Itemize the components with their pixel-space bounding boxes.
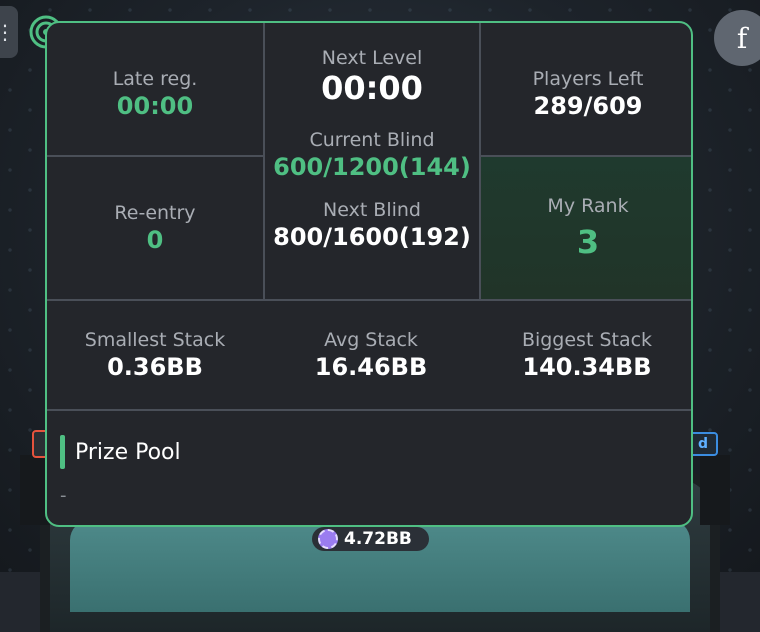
chip-icon — [318, 529, 338, 549]
re-entry-label: Re-entry — [114, 202, 196, 224]
divider — [47, 409, 691, 411]
avatar-letter: f — [736, 21, 748, 55]
table-post-right — [700, 455, 730, 525]
avg-stack-cell: Avg Stack 16.46BB — [263, 301, 479, 409]
players-left-cell: Players Left 289/609 — [481, 23, 691, 155]
my-rank-cell: My Rank 3 — [481, 157, 691, 299]
menu-icon: ⋮ — [0, 20, 15, 44]
prize-pool-value: - — [60, 485, 67, 506]
biggest-stack-value: 140.34BB — [522, 353, 652, 381]
my-rank-label: My Rank — [547, 195, 629, 217]
current-blind-value: 600/1200(144) — [273, 153, 471, 181]
player-stack-value: 4.72BB — [344, 529, 412, 549]
avg-stack-label: Avg Stack — [324, 329, 418, 351]
next-level-label: Next Level — [321, 47, 423, 69]
my-rank-value: 3 — [576, 223, 600, 261]
players-left-value: 289/609 — [533, 92, 643, 120]
next-blind-label: Next Blind — [323, 199, 421, 221]
players-left-label: Players Left — [532, 68, 644, 90]
smallest-stack-cell: Smallest Stack 0.36BB — [47, 301, 263, 409]
prize-pool-header: Prize Pool — [60, 435, 181, 469]
player-stack-badge: 4.72BB — [312, 527, 429, 551]
smallest-stack-value: 0.36BB — [107, 353, 203, 381]
re-entry-cell: Re-entry 0 — [47, 157, 263, 299]
re-entry-value: 0 — [146, 226, 164, 254]
next-level-value: 00:00 — [321, 69, 423, 107]
smallest-stack-label: Smallest Stack — [84, 329, 226, 351]
current-blind-label: Current Blind — [309, 129, 435, 151]
prize-pool-label: Prize Pool — [75, 439, 181, 465]
next-blind-value: 800/1600(192) — [273, 223, 471, 251]
blind-info-cell: Next Level 00:00 Current Blind 600/1200(… — [265, 23, 479, 299]
menu-button[interactable]: ⋮ — [0, 6, 18, 58]
avg-stack-value: 16.46BB — [314, 353, 428, 381]
biggest-stack-cell: Biggest Stack 140.34BB — [479, 301, 691, 409]
seat-tag-right-label: d — [697, 436, 709, 452]
tournament-info-panel: Late reg. 00:00 Next Level 00:00 Current… — [45, 21, 693, 527]
biggest-stack-label: Biggest Stack — [521, 329, 653, 351]
late-reg-label: Late reg. — [112, 68, 198, 90]
prize-pool-accent-bar — [60, 435, 65, 469]
late-reg-value: 00:00 — [116, 92, 194, 120]
late-reg-cell: Late reg. 00:00 — [47, 23, 263, 155]
